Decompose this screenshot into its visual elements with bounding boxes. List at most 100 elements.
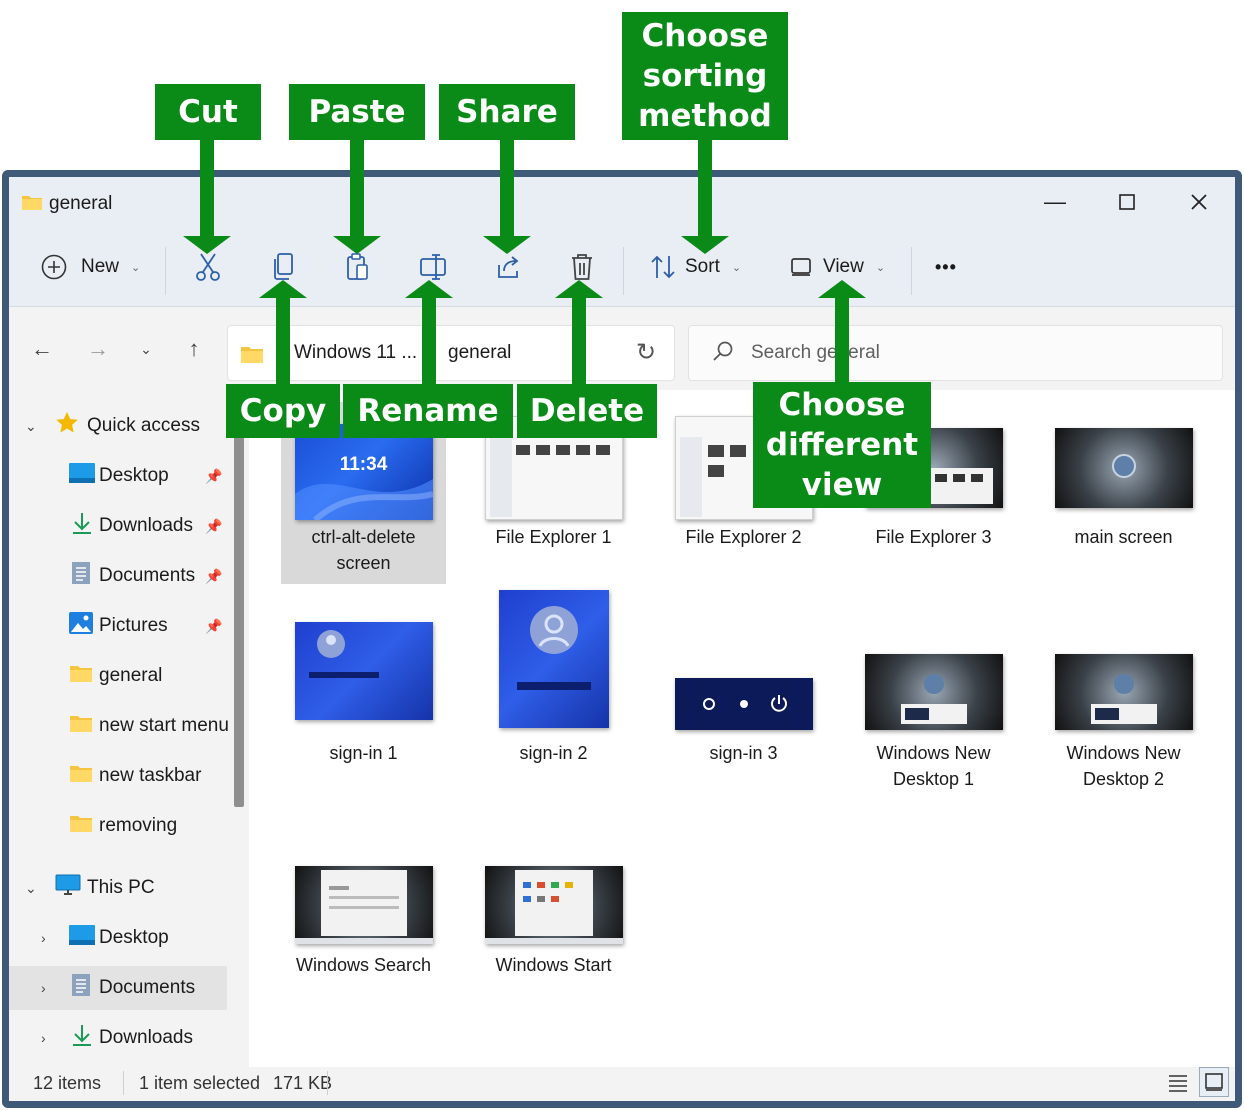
file-name-line2: screen — [336, 553, 391, 573]
sidebar-item-pictures[interactable]: Pictures 📌 — [9, 604, 227, 648]
sidebar-item-label: Documents — [99, 977, 196, 998]
pin-icon[interactable]: 📌 — [205, 568, 222, 585]
annotation-share: Share — [439, 84, 575, 140]
annotation-arrow — [350, 140, 364, 236]
file-item[interactable]: sign-in 2 — [471, 590, 636, 800]
plus-circle-icon — [41, 254, 67, 280]
recent-locations-chevron-icon[interactable]: ⌄ — [129, 332, 163, 366]
file-name: File Explorer 3 — [875, 527, 992, 547]
sidebar-item-general[interactable]: general — [9, 654, 227, 698]
sidebar-item-label: Pictures — [99, 615, 168, 636]
chevron-right-icon[interactable]: › — [41, 980, 46, 996]
file-thumbnail — [1054, 654, 1193, 730]
file-thumbnail — [294, 622, 433, 720]
sidebar-item-label: Downloads — [99, 515, 193, 536]
minimize-button[interactable]: — — [1035, 187, 1075, 217]
sidebar-item-downloads[interactable]: Downloads 📌 — [9, 504, 227, 548]
annotation-cut: Cut — [155, 84, 261, 140]
address-bar[interactable]: Windows 11 ... general ↻ — [227, 325, 675, 381]
large-icons-view-icon[interactable] — [1199, 1067, 1229, 1097]
forward-arrow-icon[interactable]: → — [81, 332, 115, 366]
this-pc-node[interactable]: ⌄ This PC — [9, 866, 227, 910]
file-item[interactable]: main screen — [1041, 402, 1206, 584]
this-pc-label: This PC — [87, 877, 155, 898]
annotation-view-line: view — [801, 467, 883, 503]
maximize-icon — [1119, 194, 1135, 210]
sort-label: Sort — [685, 256, 720, 277]
close-button[interactable] — [1179, 187, 1219, 217]
annotation-copy: Copy — [226, 384, 340, 438]
annotation-view: Choose different view — [753, 382, 931, 508]
download-arrow-icon — [71, 511, 93, 541]
annotation-arrow — [276, 298, 290, 384]
view-label: View — [823, 256, 864, 277]
search-placeholder: Search general — [751, 342, 880, 363]
sidebar-scrollbar[interactable] — [234, 417, 244, 807]
annotation-delete: Delete — [517, 384, 657, 438]
search-icon — [711, 340, 735, 369]
back-arrow-icon[interactable]: ← — [25, 332, 59, 366]
chevron-down-icon[interactable]: ⌄ — [25, 880, 37, 897]
file-item[interactable]: sign-in 1 — [281, 590, 446, 800]
pin-icon[interactable]: 📌 — [205, 468, 222, 485]
file-item[interactable]: Windows New Desktop 2 — [1041, 590, 1206, 800]
title-bar: general — — [9, 177, 1235, 225]
file-item[interactable]: sign-in 3 — [661, 590, 826, 800]
sidebar-item-pc-downloads[interactable]: › Downloads — [9, 1016, 227, 1060]
file-name: File Explorer 2 — [685, 527, 802, 547]
sidebar-item-new-start-menu[interactable]: new start menu — [9, 704, 229, 748]
status-bar: 12 items 1 item selected 171 KB — [9, 1067, 1235, 1101]
chevron-down-icon: ⌄ — [875, 261, 886, 274]
sidebar-item-new-taskbar[interactable]: new taskbar — [9, 754, 227, 798]
annotation-arrowhead — [333, 236, 381, 254]
file-item[interactable]: Windows Start — [471, 856, 636, 976]
maximize-button[interactable] — [1107, 187, 1147, 217]
search-box[interactable]: Search general — [688, 325, 1223, 381]
window-title: general — [49, 193, 113, 214]
details-view-icon[interactable] — [1167, 1071, 1189, 1098]
file-item[interactable]: Windows Search — [281, 856, 446, 976]
folder-icon — [69, 663, 93, 689]
sidebar-item-desktop[interactable]: Desktop 📌 — [9, 454, 227, 498]
file-name: sign-in 1 — [329, 743, 398, 763]
folder-icon — [69, 813, 93, 839]
sidebar-item-pc-desktop[interactable]: › Desktop — [9, 916, 227, 960]
chevron-down-icon: ⌄ — [731, 261, 742, 274]
file-thumbnail — [294, 866, 433, 944]
chevron-right-icon[interactable]: › — [41, 930, 46, 946]
file-item[interactable]: Windows New Desktop 1 — [851, 590, 1016, 800]
pin-icon[interactable]: 📌 — [205, 618, 222, 635]
more-options-button[interactable]: ••• — [935, 247, 957, 287]
pin-icon[interactable]: 📌 — [205, 518, 222, 535]
breadcrumb-segment-current[interactable]: general — [448, 342, 511, 364]
cut-icon — [196, 253, 220, 281]
status-divider — [327, 1071, 328, 1095]
file-explorer-window: general — New ⌄ Sort ⌄ View ⌄ ••• ← → ⌄ … — [2, 170, 1242, 1108]
sidebar-item-removing[interactable]: removing — [9, 804, 227, 848]
sidebar-item-documents[interactable]: Documents 📌 — [9, 554, 227, 598]
computer-icon — [55, 874, 81, 902]
desktop-icon — [69, 463, 95, 489]
rename-icon — [420, 254, 446, 280]
chevron-down-icon[interactable]: ⌄ — [25, 418, 37, 435]
annotation-arrow — [200, 140, 214, 236]
toolbar-divider — [165, 247, 166, 295]
desktop-icon — [69, 925, 95, 951]
annotation-paste: Paste — [289, 84, 425, 140]
annotation-arrow — [500, 140, 514, 236]
quick-access-node[interactable]: ⌄ Quick access — [9, 404, 227, 448]
annotation-rename: Rename — [343, 384, 513, 438]
copy-icon — [274, 253, 293, 280]
folder-icon — [69, 763, 93, 789]
sidebar-item-label: new start menu — [99, 715, 229, 736]
folder-icon — [69, 713, 93, 739]
new-button[interactable]: New ⌄ — [41, 247, 140, 287]
sidebar-item-pc-documents[interactable]: › Documents — [9, 966, 227, 1010]
up-arrow-icon[interactable]: ↑ — [177, 332, 211, 366]
annotation-arrowhead — [405, 280, 453, 298]
chevron-right-icon[interactable]: › — [41, 1030, 46, 1046]
file-thumbnail — [484, 866, 623, 944]
annotation-arrowhead — [681, 236, 729, 254]
breadcrumb-segment[interactable]: Windows 11 ... — [294, 342, 417, 364]
refresh-icon[interactable]: ↻ — [636, 338, 656, 367]
